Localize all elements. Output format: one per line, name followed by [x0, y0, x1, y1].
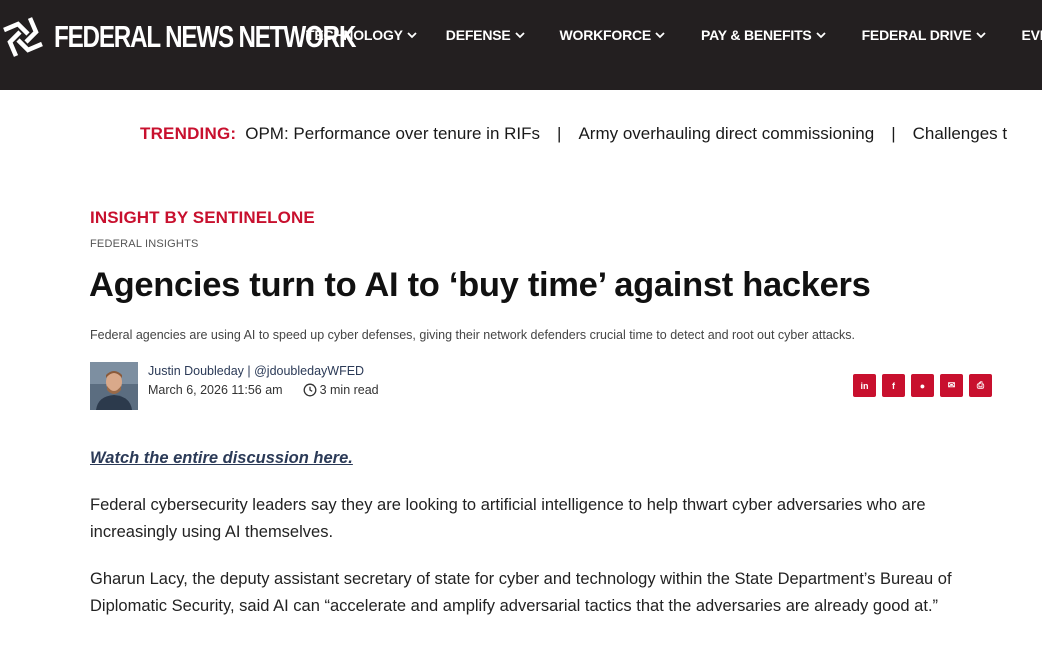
nav-label: PAY & BENEFITS	[701, 27, 812, 43]
nav-label: TECHNOLOGY	[306, 27, 403, 43]
nav-item-pay-benefits[interactable]: PAY & BENEFITS	[701, 27, 827, 43]
article-paragraph: Gharun Lacy, the deputy assistant secret…	[90, 570, 952, 615]
read-time: 3 min read	[319, 383, 379, 397]
site-header: FEDERAL NEWS NETWORK TECHNOLOGY DEFENSE …	[0, 0, 1042, 90]
reddit-icon: ●	[919, 380, 926, 391]
nav-item-technology[interactable]: TECHNOLOGY	[306, 27, 418, 43]
chevron-down-icon	[815, 32, 826, 39]
reddit-share-button[interactable]: ●	[911, 374, 934, 397]
trending-label: TRENDING:	[140, 124, 237, 143]
email-share-button[interactable]: ✉	[940, 374, 963, 397]
author-photo	[90, 362, 138, 410]
trending-separator: |	[891, 124, 896, 143]
linkedin-share-button[interactable]: in	[853, 374, 876, 397]
chevron-down-icon	[655, 32, 665, 39]
nav-label: DEFENSE	[445, 27, 511, 43]
trending-link[interactable]: Army overhauling direct commissioning	[578, 124, 874, 144]
nav-item-defense[interactable]: DEFENSE	[446, 27, 526, 43]
print-icon: ⎙	[976, 380, 985, 390]
article-headline: Agencies turn to AI to ‘buy time’ agains…	[89, 266, 871, 304]
nav-label: WORKFORCE	[559, 27, 652, 43]
author-separator: |	[243, 364, 255, 378]
facebook-icon: f	[892, 380, 895, 391]
watch-discussion-link[interactable]: Watch the entire discussion here.	[90, 449, 353, 468]
article-category[interactable]: FEDERAL INSIGHTS	[90, 238, 199, 250]
article-date: March 6, 2026 11:56 am	[148, 383, 283, 397]
author-avatar[interactable]	[90, 362, 138, 410]
trending-separator: |	[557, 124, 562, 143]
print-button[interactable]: ⎙	[969, 374, 992, 397]
linkedin-icon: in	[860, 380, 869, 391]
email-icon: ✉	[947, 380, 956, 390]
article-meta: March 6, 2026 11:56 am 3 min read	[148, 383, 379, 397]
clock-icon	[303, 383, 317, 397]
main-nav: TECHNOLOGY DEFENSE WORKFORCE PAY & BENEF…	[306, 27, 1042, 43]
nav-item-workforce[interactable]: WORKFORCE	[560, 27, 667, 43]
nav-item-federal-drive[interactable]: FEDERAL DRIVE	[862, 27, 987, 43]
article-paragraph: Federal cybersecurity leaders say they a…	[90, 496, 926, 541]
nav-item-events[interactable]: EVENTS	[1022, 27, 1042, 43]
article-kicker[interactable]: INSIGHT BY SENTINELONE	[90, 208, 315, 228]
nav-label: EVENTS	[1021, 27, 1042, 43]
chevron-down-icon	[407, 32, 417, 39]
facebook-share-button[interactable]: f	[882, 374, 905, 397]
author-handle-link[interactable]: @jdoubledayWFED	[254, 364, 364, 378]
trending-link[interactable]: OPM: Performance over tenure in RIFs	[245, 124, 540, 144]
logo-emblem-icon	[3, 17, 43, 57]
share-buttons: in f ● ✉ ⎙	[853, 374, 992, 397]
trending-link[interactable]: Challenges t	[913, 124, 1008, 144]
trending-bar: TRENDING: OPM: Performance over tenure i…	[140, 124, 1007, 144]
nav-label: FEDERAL DRIVE	[861, 27, 972, 43]
author-line: Justin Doubleday | @jdoubledayWFED	[148, 364, 364, 378]
author-name-link[interactable]: Justin Doubleday	[148, 364, 244, 378]
article-dek: Federal agencies are using AI to speed u…	[90, 328, 856, 342]
chevron-down-icon	[975, 32, 986, 39]
chevron-down-icon	[514, 32, 525, 39]
